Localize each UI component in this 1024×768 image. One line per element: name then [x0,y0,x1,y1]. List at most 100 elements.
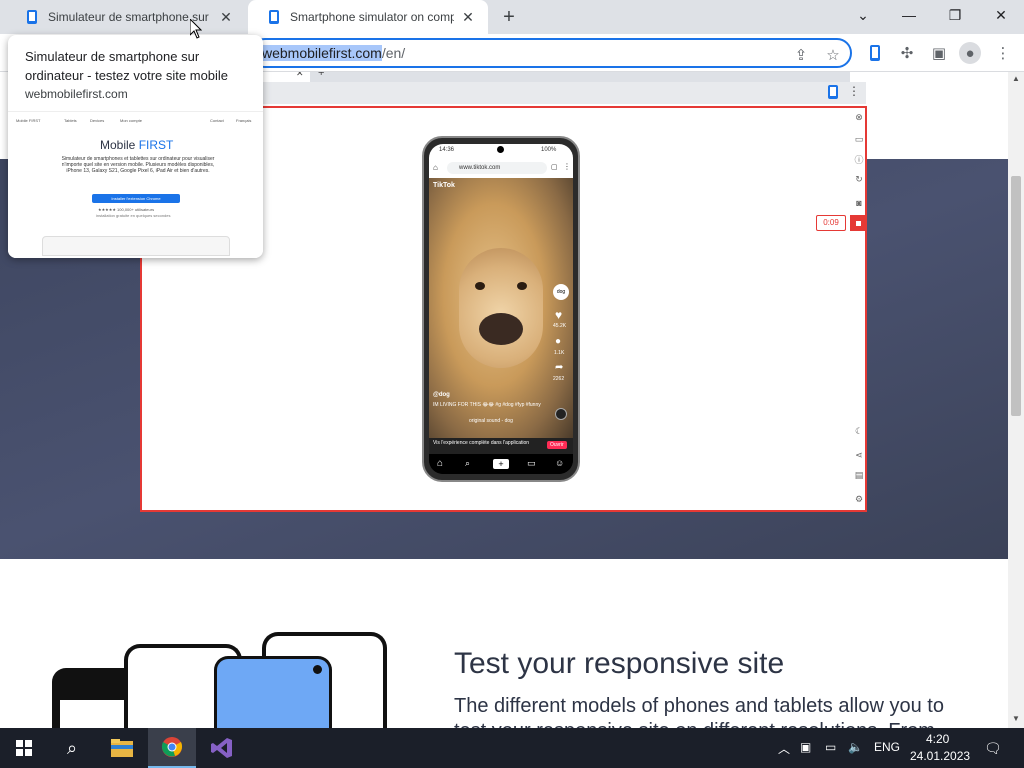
tray-date[interactable]: 24.01.2023 [910,749,970,763]
notification-center-icon[interactable]: 🗨 [984,740,1002,757]
video-caption: IM LIVING FOR THIS 😂😂 #g #dog #fyp #funn… [433,402,541,408]
nav-search-icon[interactable]: ⌕ [465,458,470,469]
device-select-icon[interactable]: ▭ [852,132,866,146]
dog-eye-left [475,282,485,290]
open-app-button[interactable]: Ouvrir [547,441,567,449]
close-window-icon[interactable]: ✕ [978,0,1024,30]
tray-language[interactable]: ENG [874,740,900,754]
scroll-down-arrow-icon[interactable]: ▼ [1012,714,1020,723]
dog-nose [479,313,523,345]
tab-smartphone-simulator[interactable]: Smartphone simulator on computer ✕ [248,0,488,34]
emulator-tab-close-icon[interactable]: ✕ [296,72,304,79]
like-heart-icon[interactable]: ♥ [555,308,562,322]
comment-icon[interactable]: ● [555,336,561,347]
illustration-camera [313,665,322,674]
home-icon[interactable]: ⌂ [433,163,438,172]
emulator-menu-icon[interactable]: ⋮ [848,84,860,98]
emulator-new-tab-icon[interactable]: + [318,72,324,79]
mobilefirst-favicon-icon [266,9,282,25]
tray-time[interactable]: 4:20 [926,732,949,746]
preview-install-button: Installer l'extension Chrome [92,194,180,203]
address-bar[interactable]: webmobilefirst.com/en/ ⇪ ☆ [250,38,852,68]
banner-text: Vis l'expérience complète dans l'applica… [433,440,530,446]
phone-device: 14:36 100% ⌂ www.tiktok.com ▢ ⋮ TikTok d… [422,136,580,482]
visual-studio-icon[interactable] [198,728,246,768]
puzzle-icon[interactable]: ✣ [896,42,918,64]
tray-chevron-up-icon[interactable]: ︿ [778,740,790,757]
recording-timer: 0:09 [816,215,846,231]
nav-inbox-icon[interactable]: ▭ [527,458,536,469]
mobilefirst-favicon-icon [24,9,40,25]
like-count: 45.2K [553,323,567,329]
phone-screen[interactable]: 14:36 100% ⌂ www.tiktok.com ▢ ⋮ TikTok d… [429,144,573,474]
emulator-extension-icon[interactable] [828,85,838,104]
record-stop-button[interactable] [850,215,867,231]
tab-close-icon[interactable]: ✕ [460,9,476,25]
info-icon[interactable]: ⓘ [852,152,866,166]
open-app-banner: Vis l'expérience complète dans l'applica… [429,438,573,454]
illustration-phone-blue [214,656,332,728]
preview-note: installation gratuite en quelques second… [96,213,171,218]
profile-icon[interactable]: ● [959,42,981,64]
preview-nav-item: Devices [90,118,105,123]
menu-icon[interactable]: ⋮ [992,42,1014,64]
tab-close-icon[interactable]: ✕ [218,9,234,25]
share-nodes-icon[interactable]: ⋖ [852,448,866,462]
scroll-thumb[interactable] [1011,176,1021,416]
video-sound[interactable]: original sound - dog [469,418,513,424]
status-time: 14:36 [439,147,455,153]
tray-security-icon[interactable]: ▣ [800,740,811,754]
camera-punch-hole [497,146,504,153]
nav-create-plus-icon[interactable]: + [493,459,509,469]
chat-icon[interactable]: ▤ [852,468,866,482]
preview-emulator-thumb [42,236,230,256]
search-icon[interactable]: ⌕ [48,728,96,768]
screenshot-camera-icon[interactable]: ◙ [852,196,866,210]
music-disc-icon[interactable] [555,408,567,420]
preview-nav-logo: Mobile FIRST [16,118,41,123]
hovercard-title: Simulateur de smartphone sur ordinateur … [25,49,229,83]
dark-mode-moon-icon[interactable]: ☾ [852,424,866,438]
file-explorer-icon[interactable] [98,728,146,768]
windows-taskbar: ⌕ ︿ ▣ ▭ 🔈 ENG 4:20 24.01.2023 🗨 [0,728,1024,768]
emulator-tab-strip: ✕ + [296,72,850,82]
comment-count: 1.1K [554,350,565,356]
extension-mobilefirst-icon[interactable] [864,42,886,64]
tiktok-bottom-nav: ⌂ ⌕ + ▭ ☺ [429,454,573,474]
feature-text: The different models of phones and table… [454,695,944,728]
address-url[interactable]: webmobilefirst.com/en/ [262,45,405,61]
settings-gear-icon[interactable]: ⚙ [852,492,866,506]
dog-face [459,248,543,368]
preview-description: Simulateur de smartphones et tablettes s… [61,156,215,174]
video-username[interactable]: @dog [433,392,450,398]
tab-search-chevron-icon[interactable]: ⌄ [840,0,886,30]
minimize-icon[interactable]: — [886,0,932,30]
tray-volume-icon[interactable]: 🔈 [848,740,863,754]
share-icon[interactable]: ⇪ [790,44,812,66]
scroll-up-arrow-icon[interactable]: ▲ [1012,74,1020,83]
tab-simulateur[interactable]: Simulateur de smartphone sur ordinateur … [6,0,246,34]
stop-icon [856,220,861,226]
star-icon[interactable]: ☆ [822,44,844,66]
nav-profile-icon[interactable]: ☺ [555,458,564,468]
tabs-icon[interactable]: ▢ [551,163,558,171]
windows-start-icon[interactable] [0,728,48,768]
share-arrow-icon[interactable]: ➦ [555,362,563,373]
tray-network-icon[interactable]: ▭ [825,740,836,754]
chrome-taskbar-icon[interactable] [148,728,196,768]
emulator-close-icon[interactable]: ⊗ [852,110,866,124]
nav-home-icon[interactable]: ⌂ [437,458,443,469]
sidepanel-icon[interactable]: ▣ [928,42,950,64]
phone-url-bar[interactable]: ⌂ www.tiktok.com ▢ ⋮ [429,158,573,178]
tiktok-dog-video[interactable]: TikTok dog ♥ 45.2K ● 1.1K ➦ 2262 @dog IM… [429,178,573,438]
creator-avatar[interactable]: dog [553,284,569,300]
dog-eye-right [517,282,527,290]
preview-rating: ★★★★★ 100,000+ utilisateurs [98,207,155,212]
tab-strip: Simulateur de smartphone sur ordinateur … [0,0,1024,34]
page-scrollbar[interactable]: ▲ ▼ [1008,72,1024,728]
rotate-icon[interactable]: ↻ [852,172,866,186]
phone-menu-icon[interactable]: ⋮ [563,162,571,171]
restore-icon[interactable]: ❐ [932,0,978,30]
new-tab-plus-icon[interactable]: + [497,5,521,29]
share-count: 2262 [553,376,565,382]
